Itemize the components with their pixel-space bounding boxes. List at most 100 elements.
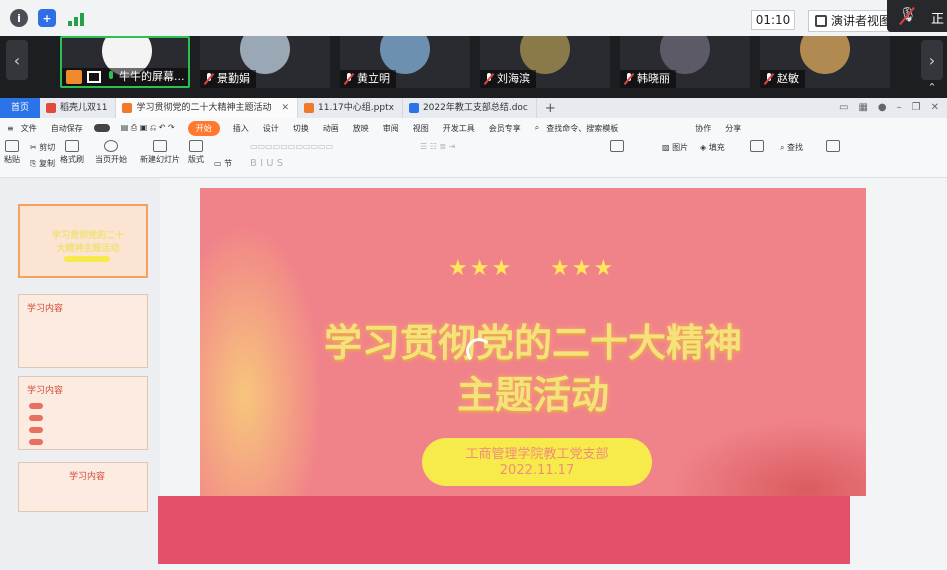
thumbnail-title: 学习内容	[69, 472, 106, 482]
section-icon: ▭	[214, 159, 222, 168]
tab-view[interactable]: 视图	[406, 123, 436, 134]
participant-tile[interactable]: 赵敏	[760, 36, 890, 88]
paste-button[interactable]: 粘贴	[4, 140, 20, 165]
share-button[interactable]: 分享	[718, 123, 748, 134]
signal-icon[interactable]	[68, 10, 86, 26]
participant-tile[interactable]: 景勤娟	[200, 36, 330, 88]
strip-prev-button[interactable]: ‹	[6, 40, 28, 80]
doc-tab[interactable]: 2022年教工支部总结.doc	[403, 98, 537, 118]
strip-next-button[interactable]: ›	[921, 40, 943, 80]
doc-tab-active[interactable]: 学习贯彻党的二十大精神主题活动 ✕	[116, 98, 299, 118]
minimize-icon[interactable]: –	[897, 98, 902, 118]
tab-member[interactable]: 会员专享	[482, 123, 528, 134]
thumbnail-pill	[64, 256, 110, 262]
presenter-view-button[interactable]: 演讲者视图	[808, 10, 899, 32]
picture-label: 图片	[672, 143, 689, 152]
style-button[interactable]	[750, 140, 764, 154]
command-search[interactable]: 查找命令、搜索模板	[546, 123, 688, 134]
hamburger-icon[interactable]: ≡	[0, 124, 21, 133]
tab-start[interactable]: 开始	[187, 120, 220, 136]
underline-icon[interactable]: U	[266, 158, 273, 169]
participant-tile[interactable]: 韩晓丽	[620, 36, 750, 88]
paragraph-controls: ☰ ☷ ≣ ⇥	[420, 142, 455, 151]
copy-label: 复制	[38, 159, 55, 168]
shield-icon[interactable]: +	[38, 9, 56, 27]
grid-icon[interactable]: ▦	[858, 98, 867, 118]
new-slide-button[interactable]: 新建幻灯片	[140, 140, 180, 165]
layout-icon	[189, 140, 203, 152]
strikethrough-icon[interactable]: S	[277, 158, 283, 169]
presenter-view-icon	[815, 15, 827, 27]
avatar	[380, 36, 430, 74]
font-style-row: B I U S	[250, 158, 283, 169]
tab-animation[interactable]: 动画	[316, 123, 346, 134]
avatar	[660, 36, 710, 74]
participant-tile[interactable]: 刘海滨	[480, 36, 610, 88]
slide-thumbnail[interactable]: 学习内容	[18, 294, 148, 368]
font-controls[interactable]: ▭▭▭▭▭▭▭▭▭▭▭	[250, 142, 333, 151]
chevron-left-icon: ‹	[13, 50, 21, 70]
fill-menu[interactable]: ◈ 填充	[700, 142, 725, 153]
info-icon[interactable]: i	[10, 9, 28, 27]
tab-transition[interactable]: 切换	[286, 123, 316, 134]
slide-title-line2: 主题活动	[456, 373, 609, 417]
thumbnail-bullet	[29, 403, 43, 409]
slide-thumbnail[interactable]: 学习贯彻党的二十大精神主题活动	[18, 204, 148, 278]
chevron-up-icon: ⌃	[927, 80, 937, 94]
menu-bar: ≡ 文件 自动保存 ▤ ⎙ ▣ ⎌ ↶ ↷ 开始 插入 设计 切换 动画 放映 …	[0, 118, 947, 138]
italic-icon[interactable]: I	[260, 158, 263, 169]
close-icon[interactable]: ✕	[281, 98, 289, 118]
menu-file[interactable]: 文件	[21, 123, 44, 134]
collab-button[interactable]: 协作	[688, 123, 718, 134]
autosave-toggle[interactable]	[93, 124, 110, 132]
list-icon[interactable]: ☰ ☷ ≣ ⇥	[420, 142, 455, 151]
section-button[interactable]: ▭ 节	[214, 158, 232, 169]
screen-share-icon	[87, 71, 101, 83]
picture-button[interactable]	[610, 140, 624, 154]
window-close-icon[interactable]: ✕	[931, 98, 939, 118]
slide-canvas[interactable]: ★★★ ★★★ 学习贯彻党的二十大精神 主题活动 工商管理学院教工党支部 202…	[200, 188, 866, 496]
participant-name: 黄立明	[357, 72, 390, 85]
scissors-icon: ✂	[30, 143, 37, 152]
home-tab[interactable]: 首页	[0, 98, 40, 118]
select-button[interactable]	[826, 140, 840, 154]
screen: i + 01:10 演讲者视图 🎙 正 ‹ › ⌃ 牛牛的屏幕... 景勤娟 黄…	[0, 0, 947, 570]
tab-developer[interactable]: 开发工具	[436, 123, 482, 134]
participant-tile[interactable]: 黄立明	[340, 36, 470, 88]
meeting-timer: 01:10	[751, 10, 795, 30]
bold-icon[interactable]: B	[250, 158, 257, 169]
font-name-box[interactable]: ▭▭▭▭▭▭▭▭▭▭▭	[250, 142, 333, 151]
slide-thumbnail[interactable]: 学习内容	[18, 376, 148, 450]
restore-icon[interactable]: ❐	[912, 98, 921, 118]
participant-tile[interactable]: 牛牛的屏幕...	[60, 36, 190, 88]
fill-icon: ◈	[700, 143, 707, 152]
copy-button[interactable]: ⎘ 复制	[30, 158, 55, 169]
tab-slideshow[interactable]: 放映	[346, 123, 376, 134]
docer-icon	[46, 103, 56, 113]
tab-insert[interactable]: 插入	[226, 123, 256, 134]
ppt-file-icon	[304, 103, 315, 113]
avatar-icon[interactable]: ●	[878, 98, 887, 118]
layout-icon[interactable]: ▭	[839, 98, 848, 118]
slide-thumbnail[interactable]: 学习内容	[18, 462, 148, 512]
meeting-top-bar: i + 01:10 演讲者视图 🎙 正	[0, 0, 947, 36]
strip-collapse-button[interactable]: ⌃	[921, 80, 943, 94]
quick-access-icons[interactable]: ▤ ⎙ ▣ ⎌ ↶ ↷	[114, 123, 182, 133]
tab-review[interactable]: 审阅	[376, 123, 406, 134]
play-current-label: 当页开始	[95, 155, 127, 164]
presenter-view-label: 演讲者视图	[831, 14, 892, 28]
layout-button[interactable]: 版式	[188, 140, 204, 165]
cut-button[interactable]: ✂ 剪切	[30, 142, 55, 153]
doc-tab[interactable]: 11.17中心组.pptx	[298, 98, 403, 118]
loading-spinner-icon	[466, 338, 492, 364]
mute-control[interactable]: 🎙 正	[887, 0, 947, 32]
stars-left: ★★★	[448, 256, 514, 281]
tab-design[interactable]: 设计	[256, 123, 286, 134]
play-current-button[interactable]: 当页开始	[95, 140, 127, 165]
new-tab-icon[interactable]: +	[545, 101, 556, 116]
picture-menu[interactable]: ▨ 图片	[662, 142, 688, 153]
find-button[interactable]: ⌕ 查找	[780, 142, 803, 153]
doc-tab[interactable]: 稻壳儿双11	[40, 98, 117, 118]
format-painter-button[interactable]: 格式刷	[60, 140, 84, 165]
slide-thumbnail-pane: 学习贯彻党的二十大精神主题活动 学习内容 学习内容 学习内容	[0, 178, 160, 570]
